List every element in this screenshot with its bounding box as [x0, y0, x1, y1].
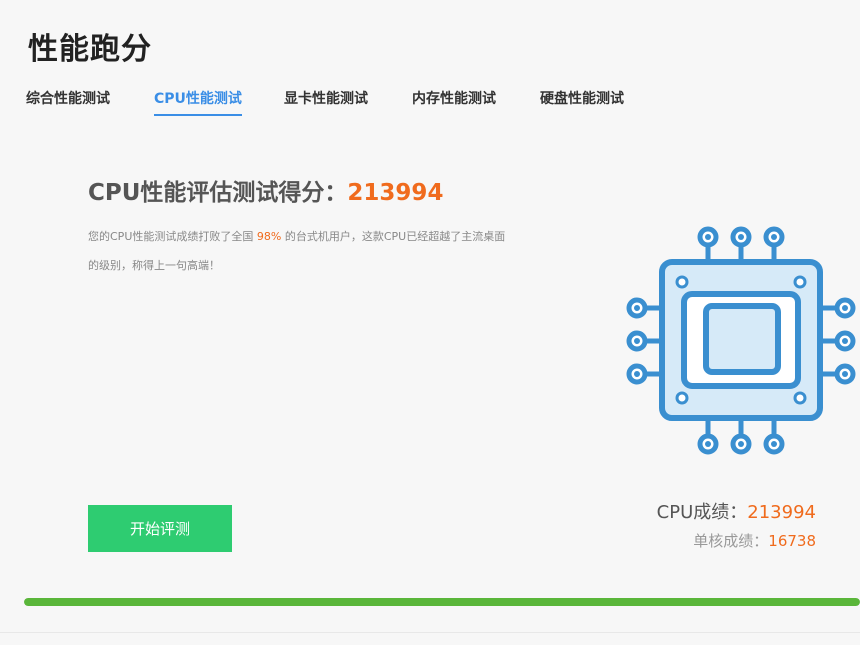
- progress-fill: [24, 598, 860, 606]
- tab-overall[interactable]: 综合性能测试: [26, 88, 110, 114]
- cpu-chip-icon: [622, 222, 860, 460]
- score-label: CPU性能评估测试得分：: [88, 180, 348, 206]
- tab-bar: 综合性能测试 CPU性能测试 显卡性能测试 内存性能测试 硬盘性能测试: [0, 88, 860, 118]
- progress-bar: [24, 598, 860, 606]
- single-core-value: 16738: [768, 532, 816, 550]
- single-core-label: 单核成绩：: [693, 532, 769, 550]
- tab-gpu[interactable]: 显卡性能测试: [284, 88, 368, 114]
- score-heading: CPU性能评估测试得分：213994: [88, 173, 443, 207]
- cpu-score-summary: CPU成绩：213994: [657, 498, 816, 524]
- desc-percent: 98%: [256, 230, 282, 243]
- start-test-button[interactable]: 开始评测: [88, 505, 232, 552]
- footer-divider: [0, 632, 860, 633]
- tab-cpu[interactable]: CPU性能测试: [154, 88, 242, 116]
- desc-prefix: 您的CPU性能测试成绩打败了全国: [88, 230, 254, 243]
- cpu-score-value: 213994: [747, 502, 816, 523]
- tab-disk[interactable]: 硬盘性能测试: [540, 88, 624, 114]
- score-description: 您的CPU性能测试成绩打败了全国 98% 的台式机用户，这款CPU已经超越了主流…: [88, 222, 508, 280]
- score-value: 213994: [347, 180, 444, 206]
- tab-memory[interactable]: 内存性能测试: [412, 88, 496, 114]
- page-title: 性能跑分: [28, 32, 152, 67]
- single-core-summary: 单核成绩：16738: [693, 530, 816, 551]
- cpu-score-label: CPU成绩：: [656, 502, 748, 523]
